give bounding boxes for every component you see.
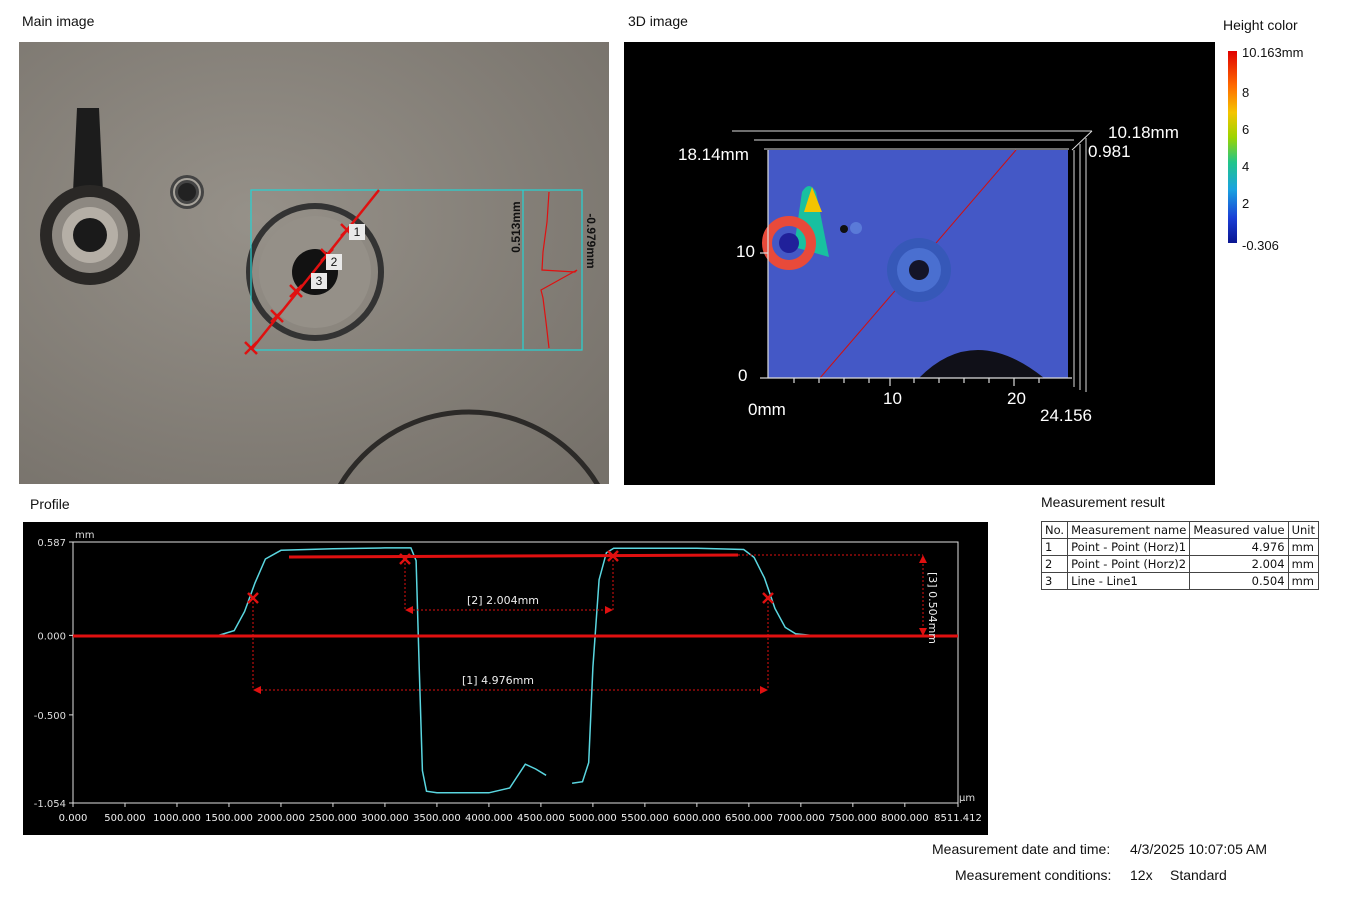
height-color-max: 10.163mm xyxy=(1242,45,1304,60)
height-label-top: 0.513mm xyxy=(509,201,523,253)
3d-y-tick-10: 10 xyxy=(736,242,755,261)
profile-series-line-1 xyxy=(73,547,547,794)
x-tick-label: 3000.000 xyxy=(361,813,409,824)
x-tick-label: 7000.000 xyxy=(777,813,825,824)
annotation-1: [1] 4.976mm xyxy=(462,674,534,687)
x-tick-label: 2500.000 xyxy=(309,813,357,824)
marker-label-3: 3 xyxy=(315,274,323,288)
3d-label-top-right: 10.18mm xyxy=(1108,123,1179,142)
x-tick-label: 4000.000 xyxy=(465,813,513,824)
height-color-min: -0.306 xyxy=(1242,238,1279,253)
cell-unit: mm xyxy=(1287,555,1320,573)
marker-label-1: 1 xyxy=(353,225,361,239)
profile-title: Profile xyxy=(30,496,70,512)
y-tick-label: 0.587 xyxy=(37,538,66,549)
height-colorbar xyxy=(1228,51,1237,243)
measurement-date-value: 4/3/2025 10:07:05 AM xyxy=(1130,841,1267,857)
x-tick-label: 0.000 xyxy=(59,813,88,824)
x-tick-label: 1000.000 xyxy=(153,813,201,824)
x-tick-label: 6000.000 xyxy=(673,813,721,824)
x-tick-label: 5500.000 xyxy=(621,813,669,824)
annotation-3: [3] 0.504mm xyxy=(926,572,939,644)
y-tick-label: -0.500 xyxy=(34,711,66,722)
x-tick-label: 2000.000 xyxy=(257,813,305,824)
cell-no: 3 xyxy=(1040,572,1069,590)
measurement-result-table: No. Measurement name Measured value Unit… xyxy=(1040,521,1320,590)
height-color-tick-8: 8 xyxy=(1242,85,1250,100)
3d-label-top-left: 18.14mm xyxy=(678,145,749,164)
cell-value: 2.004 xyxy=(1189,555,1289,573)
measurement-result-title: Measurement result xyxy=(1041,494,1165,510)
cell-name: Point - Point (Horz)1 xyxy=(1067,538,1191,556)
measurement-date-label: Measurement date and time: xyxy=(932,841,1111,857)
3d-x-tick-20: 20 xyxy=(1007,389,1026,408)
table-row[interactable]: 3 Line - Line1 0.504 mm xyxy=(1040,572,1320,590)
cell-name: Line - Line1 xyxy=(1067,572,1191,590)
marker-label-2: 2 xyxy=(330,255,338,269)
x-tick-label: 7500.000 xyxy=(829,813,877,824)
table-row[interactable]: 1 Point - Point (Horz)1 4.976 mm xyxy=(1040,538,1320,556)
cell-value: 0.504 xyxy=(1189,572,1289,590)
header-no: No. xyxy=(1040,521,1069,539)
cell-unit: mm xyxy=(1287,538,1320,556)
main-image-panel[interactable]: 1 2 3 0.513mm -0.979mm xyxy=(19,42,609,484)
header-unit: Unit xyxy=(1287,521,1320,539)
x-tick-label: 6500.000 xyxy=(725,813,773,824)
x-tick-label: 8000.000 xyxy=(881,813,929,824)
main-image-title: Main image xyxy=(22,13,95,29)
y-unit-label: mm xyxy=(75,530,94,541)
profile-chart-panel[interactable]: mm µm 0.587 0.000 -0.500 -1.054 0.000 500.00… xyxy=(23,522,988,835)
header-value: Measured value xyxy=(1189,521,1289,539)
fit-line-top xyxy=(288,553,739,559)
annotation-2: [2] 2.004mm xyxy=(467,594,539,607)
cell-no: 2 xyxy=(1040,555,1069,573)
x-tick-label: 8511.412 xyxy=(934,813,982,824)
height-color-tick-2: 2 xyxy=(1242,196,1250,211)
table-row[interactable]: 2 Point - Point (Horz)2 2.004 mm xyxy=(1040,555,1320,573)
cell-value: 4.976 xyxy=(1189,538,1289,556)
x-tick-label: 4500.000 xyxy=(517,813,565,824)
x-tick-label: 3500.000 xyxy=(413,813,461,824)
measurement-zoom: 12x xyxy=(1130,867,1153,883)
cell-no: 1 xyxy=(1040,538,1069,556)
height-color-tick-6: 6 xyxy=(1242,122,1250,137)
measurement-mode: Standard xyxy=(1170,867,1227,883)
table-header-row: No. Measurement name Measured value Unit xyxy=(1040,521,1320,539)
3d-x-end: 24.156 xyxy=(1040,406,1092,425)
height-label-bottom: -0.979mm xyxy=(584,213,598,269)
3d-view-canvas xyxy=(732,130,1093,392)
cell-unit: mm xyxy=(1287,572,1320,590)
plot-frame xyxy=(72,541,959,804)
x-unit-label: µm xyxy=(959,793,975,804)
3d-x-origin: 0mm xyxy=(748,400,786,419)
3d-x-tick-10: 10 xyxy=(883,389,902,408)
profile-series-line-2 xyxy=(571,547,958,785)
x-tick-label: 5000.000 xyxy=(569,813,617,824)
height-color-tick-4: 4 xyxy=(1242,159,1250,174)
cell-name: Point - Point (Horz)2 xyxy=(1067,555,1191,573)
3d-view-panel[interactable]: 18.14mm 10.18mm 0.981 10 0 0mm 10 20 24.… xyxy=(624,42,1215,485)
3d-y-tick-0: 0 xyxy=(738,366,748,385)
y-tick-label: -1.054 xyxy=(34,799,66,810)
x-tick-label: 1500.000 xyxy=(205,813,253,824)
x-tick-label: 500.000 xyxy=(104,813,145,824)
3d-label-top-right-value: 0.981 xyxy=(1088,142,1131,161)
height-color-title: Height color xyxy=(1223,17,1298,33)
measurement-conditions-label: Measurement conditions: xyxy=(955,867,1112,883)
y-tick-label: 0.000 xyxy=(37,631,66,642)
header-name: Measurement name xyxy=(1067,521,1191,539)
profile-chart: mm µm 0.587 0.000 -0.500 -1.054 0.000 500.00… xyxy=(34,530,982,824)
3d-image-title: 3D image xyxy=(628,13,688,29)
